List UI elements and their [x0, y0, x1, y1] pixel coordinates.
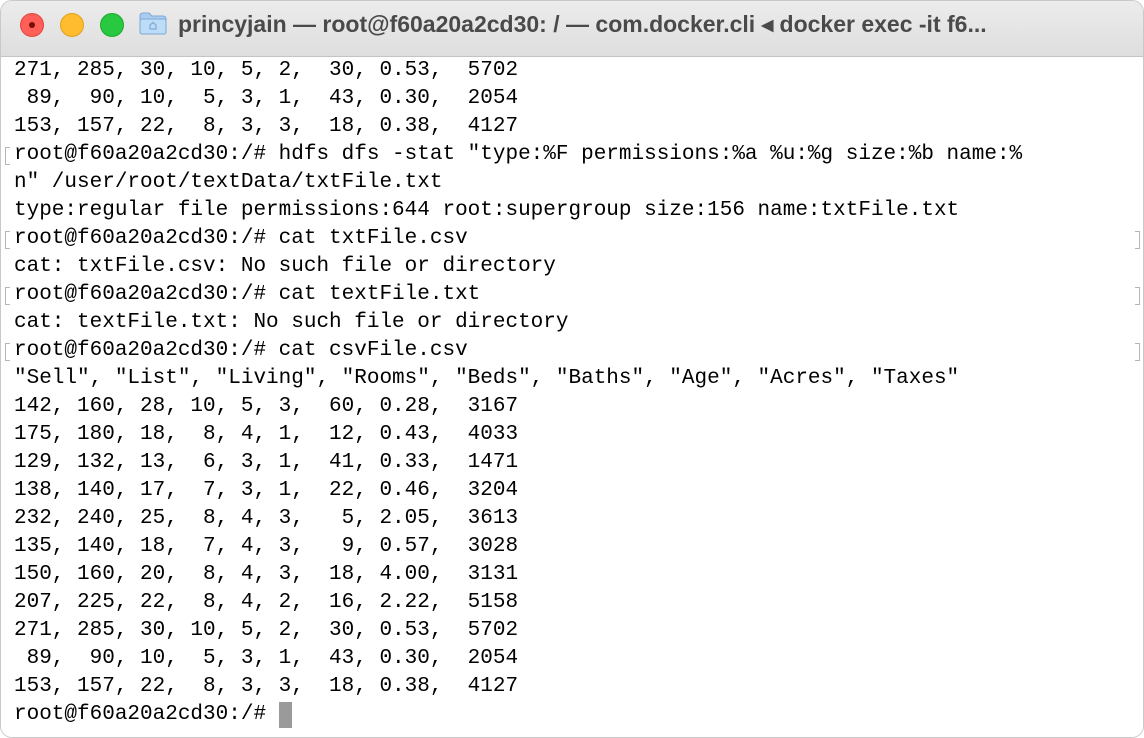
- csv-row: 129, 132, 13, 6, 3, 1, 41, 0.33, 1471: [14, 451, 519, 474]
- csv-row: 138, 140, 17, 7, 3, 1, 22, 0.46, 3204: [14, 479, 519, 502]
- output-line: type:regular file permissions:644 root:s…: [14, 199, 960, 222]
- output-line: 89, 90, 10, 5, 3, 1, 43, 0.30, 2054: [14, 87, 519, 110]
- folder-icon: [139, 12, 167, 35]
- line-mark-right: [1135, 231, 1140, 249]
- title-bar[interactable]: princyjain — root@f60a20a2cd30: / — com.…: [1, 1, 1143, 57]
- terminal-window: princyjain — root@f60a20a2cd30: / — com.…: [0, 0, 1144, 738]
- csv-row: 150, 160, 20, 8, 4, 3, 18, 4.00, 3131: [14, 563, 519, 586]
- csv-row: 207, 225, 22, 8, 4, 2, 16, 2.22, 5158: [14, 591, 519, 614]
- csv-header-line: "Sell", "List", "Living", "Rooms", "Beds…: [14, 367, 960, 390]
- command-line: root@f60a20a2cd30:/# cat txtFile.csv: [14, 227, 468, 250]
- close-dot-icon[interactable]: [20, 13, 44, 37]
- terminal-cursor-icon: [278, 702, 292, 728]
- line-mark-left: [5, 343, 10, 361]
- csv-row: 135, 140, 18, 7, 4, 3, 9, 0.57, 3028: [14, 535, 519, 558]
- command-line: root@f60a20a2cd30:/# cat textFile.txt: [14, 283, 481, 306]
- line-mark-left: [5, 147, 10, 165]
- csv-row: 271, 285, 30, 10, 5, 2, 30, 0.53, 5702: [14, 619, 519, 642]
- output-line: 153, 157, 22, 8, 3, 3, 18, 0.38, 4127: [14, 115, 519, 138]
- command-line: root@f60a20a2cd30:/# hdfs dfs -stat "typ…: [14, 143, 1023, 166]
- command-line: root@f60a20a2cd30:/# cat csvFile.csv: [14, 339, 468, 362]
- window-title: princyjain — root@f60a20a2cd30: / — com.…: [178, 11, 987, 37]
- csv-row: 89, 90, 10, 5, 3, 1, 43, 0.30, 2054: [14, 647, 519, 670]
- csv-row: 142, 160, 28, 10, 5, 3, 60, 0.28, 3167: [14, 395, 519, 418]
- terminal-output[interactable]: 271, 285, 30, 10, 5, 2, 30, 0.53, 5702 8…: [1, 57, 1143, 737]
- csv-row: 153, 157, 22, 8, 3, 3, 18, 0.38, 4127: [14, 675, 519, 698]
- prompt-text: root@f60a20a2cd30:/#: [14, 703, 279, 726]
- output-line: cat: textFile.txt: No such file or direc…: [14, 311, 569, 334]
- prompt-line[interactable]: root@f60a20a2cd30:/#: [14, 701, 292, 729]
- line-mark-right: [1135, 343, 1140, 361]
- line-mark-left: [5, 231, 10, 249]
- output-line: cat: txtFile.csv: No such file or direct…: [14, 255, 556, 278]
- command-line-wrap: n" /user/root/textData/txtFile.txt: [14, 171, 443, 194]
- line-mark-left: [5, 287, 10, 305]
- zoom-icon[interactable]: [100, 13, 124, 37]
- output-line: 271, 285, 30, 10, 5, 2, 30, 0.53, 5702: [14, 59, 519, 82]
- csv-row: 232, 240, 25, 8, 4, 3, 5, 2.05, 3613: [14, 507, 519, 530]
- csv-row: 175, 180, 18, 8, 4, 1, 12, 0.43, 4033: [14, 423, 519, 446]
- line-mark-right: [1135, 287, 1140, 305]
- minimize-icon[interactable]: [60, 13, 84, 37]
